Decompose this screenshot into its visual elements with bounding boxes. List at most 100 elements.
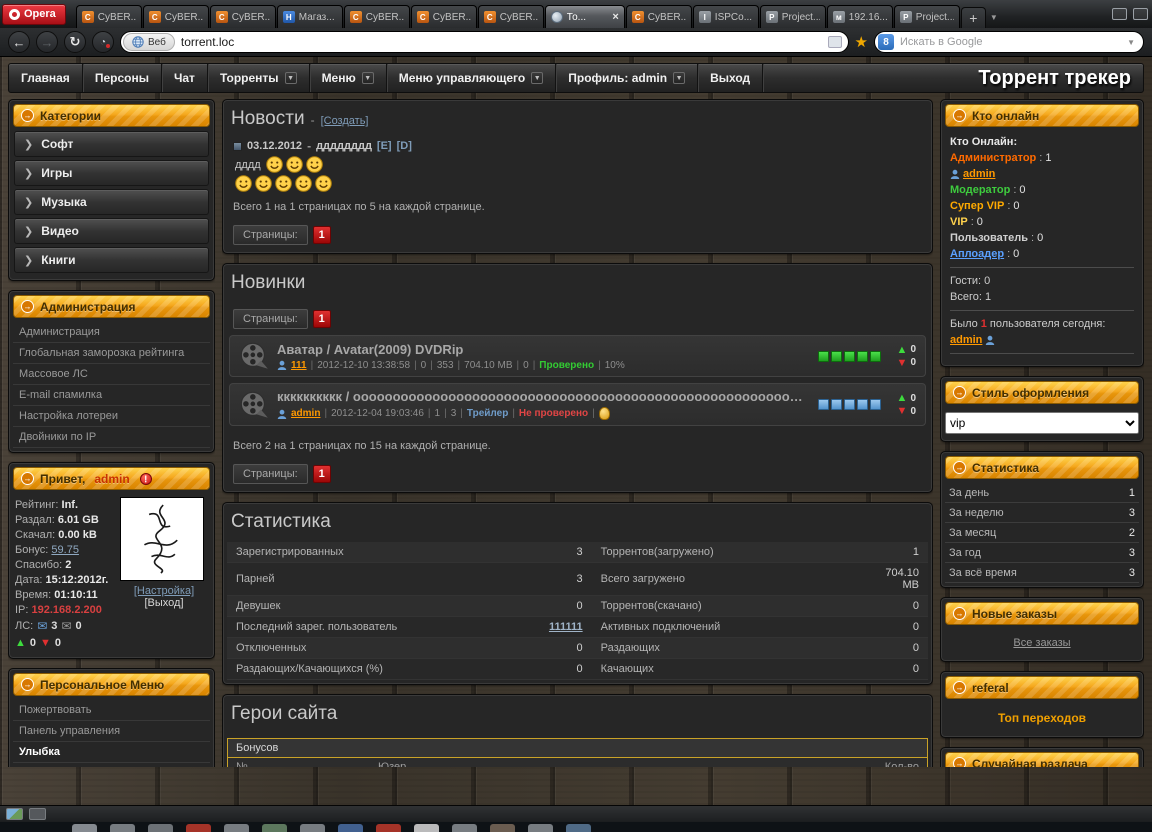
taskbar-button[interactable] <box>72 824 97 832</box>
browser-tab-active[interactable]: То... × <box>544 5 625 28</box>
torrent-uploader-link[interactable]: admin <box>291 408 320 419</box>
admin-link[interactable]: Настройка лотереи <box>13 406 210 427</box>
taskbar-button[interactable] <box>566 824 591 832</box>
panel-header[interactable]: → Стиль оформления <box>945 381 1139 404</box>
category-games[interactable]: ❯ Игры <box>14 160 209 186</box>
browser-tab[interactable]: C CyBER... <box>477 5 544 28</box>
panel-header[interactable]: → Привет, admin ! <box>13 467 210 490</box>
greeting-username[interactable]: admin <box>94 472 129 486</box>
taskbar-button[interactable] <box>338 824 363 832</box>
tab-list-chevron-icon[interactable]: ▼ <box>986 7 1002 28</box>
taskbar-button[interactable] <box>376 824 401 832</box>
top-transitions-link[interactable]: Топ переходов <box>998 711 1086 725</box>
panel-header[interactable]: → Случайная раздача <box>945 752 1139 767</box>
nav-item-profile[interactable]: Профиль: admin ▼ <box>556 64 699 92</box>
torrent-row[interactable]: Аватар / Avatar(2009) DVDRip 111 | 2012-… <box>229 335 926 377</box>
nav-item-logout[interactable]: Выход <box>698 64 764 92</box>
today-user-link[interactable]: admin <box>950 334 982 346</box>
taskbar-button[interactable] <box>528 824 553 832</box>
browser-tab[interactable]: м 192.16... <box>826 5 893 28</box>
nav-item-persons[interactable]: Персоны <box>83 64 162 92</box>
style-select[interactable]: vip <box>945 412 1139 434</box>
browser-tab[interactable]: C CyBER... <box>410 5 477 28</box>
nav-item-manager-menu[interactable]: Меню управляющего ▼ <box>387 64 557 92</box>
category-soft[interactable]: ❯ Софт <box>14 131 209 157</box>
admin-link[interactable]: Двойники по IP <box>13 427 210 448</box>
browser-tab[interactable]: P Project... <box>893 5 960 28</box>
browser-tab[interactable]: C CyBER... <box>142 5 209 28</box>
taskbar-button[interactable] <box>148 824 173 832</box>
opera-turbo-icon[interactable]: ◔ <box>92 31 114 53</box>
category-video[interactable]: ❯ Видео <box>14 218 209 244</box>
taskbar-button[interactable] <box>110 824 135 832</box>
chevron-down-icon[interactable]: ▼ <box>1127 38 1135 47</box>
personal-link-control[interactable]: Панель управления <box>13 721 210 742</box>
taskbar-button[interactable] <box>414 824 439 832</box>
taskbar-button[interactable] <box>262 824 287 832</box>
window-restore-icon[interactable] <box>1133 8 1148 20</box>
online-user-link[interactable]: admin <box>963 168 995 180</box>
browser-tab[interactable]: C CyBER... <box>75 5 142 28</box>
address-field[interactable]: Веб torrent.loc <box>120 31 849 53</box>
browser-tab[interactable]: Н Магаз... <box>276 5 343 28</box>
panel-header[interactable]: → referal <box>945 676 1139 699</box>
torrent-title[interactable]: Аватар / Avatar(2009) DVDRip <box>277 342 810 357</box>
admin-link[interactable]: Массовое ЛС <box>13 364 210 385</box>
opera-menu-button[interactable]: Opera <box>2 3 66 25</box>
images-toggle-icon[interactable] <box>6 808 23 820</box>
all-orders-link[interactable]: Все заказы <box>1013 637 1070 649</box>
nav-item-chat[interactable]: Чат <box>162 64 208 92</box>
taskbar-button[interactable] <box>452 824 477 832</box>
browser-tab[interactable]: I ISPCo... <box>692 5 759 28</box>
news-item-title[interactable]: дддддддд <box>316 140 372 152</box>
news-edit-link[interactable]: [E] <box>377 140 392 152</box>
browser-tab[interactable]: C CyBER... <box>209 5 276 28</box>
logout-link[interactable]: [Выход] <box>144 597 183 609</box>
browser-tab[interactable]: C CyBER... <box>625 5 692 28</box>
page-number-button[interactable]: 1 <box>312 226 331 244</box>
search-placeholder[interactable]: Искать в Google <box>900 36 1121 48</box>
admin-link[interactable]: Глобальная заморозка рейтинга <box>13 343 210 364</box>
news-bullet-icon[interactable] <box>233 141 242 151</box>
inbox-count[interactable]: 3 <box>51 620 57 632</box>
category-books[interactable]: ❯ Книги <box>14 247 209 273</box>
taskbar-button[interactable] <box>186 824 211 832</box>
nav-item-torrents[interactable]: Торренты ▼ <box>208 64 310 92</box>
panel-header[interactable]: → Статистика <box>945 456 1139 479</box>
back-button[interactable]: ← <box>8 31 30 53</box>
admin-link[interactable]: E-mail спамилка <box>13 385 210 406</box>
panel-header[interactable]: → Администрация <box>13 295 210 318</box>
taskbar-button[interactable] <box>300 824 325 832</box>
torrent-uploader-link[interactable]: 111 <box>291 360 307 371</box>
forward-button[interactable]: → <box>36 31 58 53</box>
site-badge[interactable]: Веб <box>123 33 175 51</box>
panel-header[interactable]: → Кто онлайн <box>945 104 1139 127</box>
outbox-envelope-icon[interactable]: ✉ <box>61 619 71 633</box>
url-text[interactable]: torrent.loc <box>181 35 822 49</box>
role-link[interactable]: Аплоадер <box>950 248 1004 260</box>
trailer-link[interactable]: Трейлер <box>467 408 508 419</box>
news-create-link[interactable]: [Создать] <box>321 115 369 127</box>
bonus-link[interactable]: 59.75 <box>51 544 79 556</box>
browser-tab[interactable]: P Project... <box>759 5 826 28</box>
torrent-title[interactable]: кккккккккк / ооооооооооооооооооооооооооо… <box>277 389 810 404</box>
taskbar-button[interactable] <box>224 824 249 832</box>
torrent-row[interactable]: кккккккккк / ооооооооооооооооооооооооооо… <box>229 383 926 426</box>
panel-header[interactable]: → Категории <box>13 104 210 127</box>
inbox-envelope-icon[interactable]: ✉ <box>37 619 47 633</box>
panel-header[interactable]: → Персональное Меню <box>13 673 210 696</box>
panels-toggle-icon[interactable] <box>1112 8 1127 20</box>
panel-header[interactable]: → Новые заказы <box>945 602 1139 625</box>
personal-link-smile[interactable]: Улыбка <box>13 742 210 763</box>
new-tab-button[interactable]: + <box>960 7 986 28</box>
browser-tab[interactable]: C CyBER... <box>343 5 410 28</box>
bookmark-star-icon[interactable]: ★ <box>855 33 868 51</box>
reload-button[interactable]: ↻ <box>64 31 86 53</box>
settings-link[interactable]: [Настройка] <box>134 585 194 597</box>
reader-mode-icon[interactable] <box>827 36 842 48</box>
category-music[interactable]: ❯ Музыка <box>14 189 209 215</box>
taskbar-button[interactable] <box>490 824 515 832</box>
tab-close-icon[interactable]: × <box>612 11 618 23</box>
personal-link-donate[interactable]: Пожертвовать <box>13 700 210 721</box>
last-user-link[interactable]: 111111 <box>549 621 583 633</box>
